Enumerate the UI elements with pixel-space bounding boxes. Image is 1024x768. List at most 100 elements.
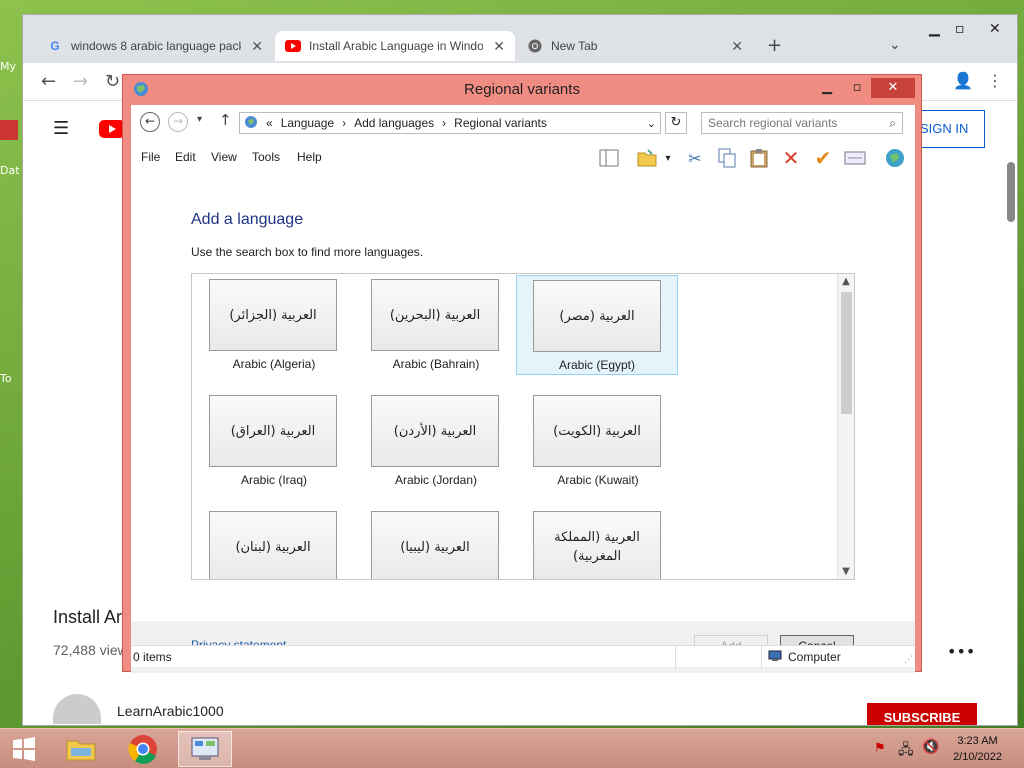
control-panel-taskbar-icon[interactable] (178, 731, 232, 767)
close-dialog-button[interactable]: ✕ (871, 78, 915, 98)
dialog-body: ← → ▾ ↑ « Language › Add languages › Reg… (131, 105, 915, 673)
clock-time: 3:23 AM (957, 735, 998, 747)
language-tile-native: العربية (الأردن) (371, 395, 499, 467)
channel-avatar[interactable] (53, 694, 101, 724)
start-button[interactable] (0, 731, 48, 767)
language-tile-egypt[interactable]: العربية (مصر) Arabic (Egypt) (516, 275, 678, 375)
language-tile-jordan[interactable]: العربية (الأردن) Arabic (Jordan) (355, 391, 517, 491)
volume-muted-icon[interactable]: 🔇 (922, 739, 939, 755)
chrome-icon (527, 38, 543, 54)
tab-new-tab[interactable]: New Tab ✕ (517, 31, 753, 61)
status-divider (675, 646, 676, 668)
recent-locations-chevron-icon[interactable]: ▾ (197, 114, 202, 125)
menu-tools[interactable]: Tools (252, 150, 280, 164)
language-tile-morocco[interactable]: العربية (المملكة المغربية) (517, 507, 679, 579)
channel-name[interactable]: LearnArabic1000 (117, 703, 224, 719)
action-center-flag-icon[interactable]: ⚑ (874, 741, 886, 756)
delete-icon[interactable]: ✕ (779, 146, 803, 170)
tab-google-search[interactable]: G windows 8 arabic language pack ✕ (37, 31, 273, 61)
minimize-button[interactable]: ▁ (815, 78, 839, 98)
tab-search-chevron-icon[interactable]: ⌄ (889, 37, 901, 53)
tab-title: windows 8 arabic language pack (71, 39, 242, 53)
more-menu-icon[interactable]: ⋮ (987, 71, 1003, 90)
network-icon[interactable]: 🖧 (898, 739, 914, 763)
paste-icon[interactable] (747, 146, 771, 170)
language-tile-libya[interactable]: العربية (ليبيا) (355, 507, 517, 579)
subscribe-button[interactable]: SUBSCRIBE (867, 703, 977, 725)
search-icon[interactable]: ⌕ (889, 113, 896, 133)
language-tile-native: العربية (الجزائر) (209, 279, 337, 351)
scrollbar-thumb[interactable] (841, 292, 852, 414)
location-label: Computer (788, 650, 841, 664)
close-window-button[interactable]: ✕ (989, 21, 1001, 37)
page-scrollbar[interactable] (1007, 162, 1015, 222)
globe-icon (244, 115, 258, 132)
hamburger-menu-icon[interactable]: ☰ (53, 118, 69, 139)
language-tile-iraq[interactable]: العربية (العراق) Arabic (Iraq) (193, 391, 355, 491)
language-tile-caption: Arabic (Iraq) (240, 473, 308, 487)
desktop-icon[interactable] (0, 120, 18, 140)
language-tile-bahrain[interactable]: العربية (البحرين) Arabic (Bahrain) (355, 275, 517, 375)
folder-options-icon[interactable] (635, 146, 659, 170)
chevron-down-icon[interactable]: ▾ (661, 146, 675, 170)
page-title: Add a language (191, 211, 304, 228)
system-clock[interactable]: 3:23 AM 2/10/2022 (953, 733, 1002, 765)
grid-scrollbar[interactable]: ▲ ▼ (837, 274, 854, 579)
resize-grip-icon[interactable]: ⋰ (904, 654, 913, 665)
new-tab-button[interactable]: + (767, 35, 782, 56)
maximize-button[interactable]: ▫ (955, 21, 965, 37)
chrome-taskbar-icon[interactable] (116, 731, 170, 767)
breadcrumb-separator: › (442, 116, 447, 130)
file-explorer-icon[interactable] (54, 731, 108, 767)
minimize-button[interactable]: ▁ (929, 21, 940, 37)
desktop-icon-label[interactable]: To (0, 372, 22, 385)
forward-arrow-icon[interactable]: → (168, 112, 188, 132)
scroll-down-icon[interactable]: ▼ (838, 566, 854, 577)
breadcrumb-overflow[interactable]: « (266, 116, 273, 130)
menu-help[interactable]: Help (297, 150, 322, 164)
language-tile-native: العربية (العراق) (209, 395, 337, 467)
language-tile-caption: Arabic (Algeria) (232, 357, 316, 371)
close-tab-icon[interactable]: ✕ (251, 38, 263, 55)
language-tile-kuwait[interactable]: العربية (الكويت) Arabic (Kuwait) (517, 391, 679, 491)
video-more-icon[interactable]: ••• (947, 642, 975, 661)
forward-arrow-icon[interactable]: → (73, 71, 88, 92)
desktop-icon-label[interactable]: My (0, 60, 22, 73)
breadcrumb-separator: › (342, 116, 347, 130)
menu-edit[interactable]: Edit (175, 150, 196, 164)
language-tile-native: العربية (ليبيا) (371, 511, 499, 579)
breadcrumb-item[interactable]: Regional variants (454, 116, 547, 130)
scroll-up-icon[interactable]: ▲ (838, 276, 854, 287)
up-arrow-icon[interactable]: ↑ (219, 111, 232, 129)
layout-pane-icon[interactable] (597, 146, 621, 170)
google-g-icon: G (50, 39, 60, 53)
language-tile-algeria[interactable]: العربية (الجزائر) Arabic (Algeria) (193, 275, 355, 375)
breadcrumb-item[interactable]: Language (281, 116, 334, 130)
back-arrow-icon[interactable]: ← (41, 71, 56, 92)
maximize-button[interactable]: ▫ (845, 78, 869, 98)
taskbar: ⚑ 🖧 🔇 3:23 AM 2/10/2022 (0, 728, 1024, 768)
language-tile-lebanon[interactable]: العربية (لبنان) (193, 507, 355, 579)
globe-icon[interactable] (883, 146, 907, 170)
search-input[interactable]: Search regional variants ⌕ (701, 112, 903, 134)
language-tile-caption: Arabic (Kuwait) (557, 473, 639, 487)
breadcrumb-item[interactable]: Add languages (354, 116, 434, 130)
tab-title: New Tab (551, 39, 598, 53)
reload-icon[interactable]: ↻ (105, 71, 120, 92)
properties-icon[interactable] (843, 146, 867, 170)
copy-icon[interactable] (715, 146, 739, 170)
back-arrow-icon[interactable]: ← (140, 112, 160, 132)
profile-avatar-icon[interactable]: 👤 (953, 71, 973, 90)
cut-icon[interactable]: ✂ (683, 146, 707, 170)
desktop-icon-label[interactable]: Dat (0, 164, 22, 177)
chevron-down-icon[interactable]: ⌄ (647, 117, 656, 130)
tab-youtube-video[interactable]: Install Arabic Language in Windo ✕ (275, 31, 515, 61)
instruction-text: Use the search box to find more language… (191, 245, 424, 259)
close-tab-icon[interactable]: ✕ (493, 38, 505, 55)
refresh-icon[interactable]: ↻ (665, 112, 687, 134)
language-tile-caption: Arabic (Bahrain) (392, 357, 480, 371)
menu-file[interactable]: File (141, 150, 160, 164)
checkmark-icon[interactable]: ✔ (811, 146, 835, 170)
close-tab-icon[interactable]: ✕ (731, 38, 743, 55)
menu-view[interactable]: View (211, 150, 237, 164)
